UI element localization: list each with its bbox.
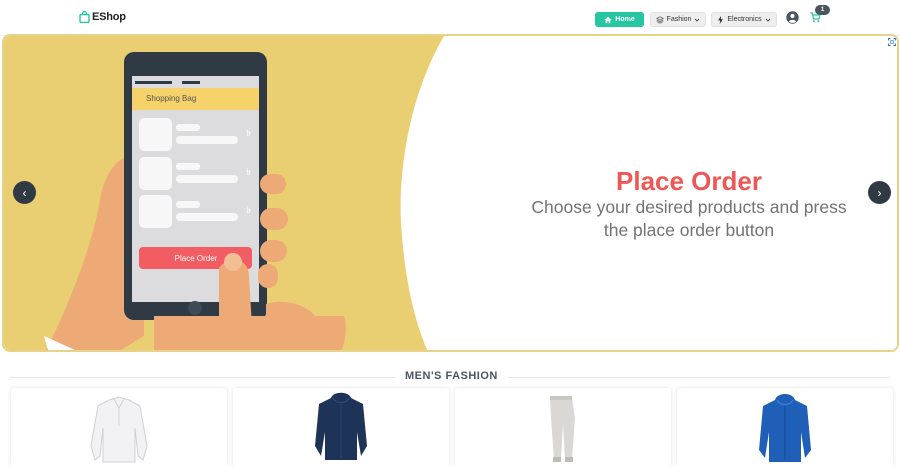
chevron-left-icon: ‹ (22, 185, 27, 200)
section-header: MEN'S FASHION (0, 368, 900, 386)
navy-hoodie-icon (315, 392, 367, 460)
blue-jacket-icon (759, 394, 811, 462)
electronics-nav-dropdown[interactable]: Electronics (711, 12, 777, 27)
product-card[interactable] (11, 388, 227, 466)
phone-shopping-bag-label: Shopping Bag (146, 94, 197, 103)
home-nav-button[interactable]: Home (595, 12, 644, 27)
fullscreen-icon[interactable] (888, 38, 896, 46)
brand-logo[interactable]: EShop (79, 11, 126, 23)
svg-text:৳: ৳ (246, 205, 251, 216)
shopping-bag-icon (79, 11, 90, 23)
white-shirt-icon (90, 396, 148, 463)
product-card[interactable] (233, 388, 449, 466)
fashion-nav-dropdown[interactable]: Fashion (650, 12, 706, 27)
product-grid (0, 388, 900, 466)
navbar: EShop Home Fashion Electronics 1 (0, 0, 900, 36)
carousel-next-button[interactable]: › (868, 181, 891, 204)
svg-text:৳: ৳ (246, 167, 251, 178)
cart-count-badge: 1 (815, 5, 830, 15)
product-card[interactable] (455, 388, 671, 466)
layers-icon (655, 15, 664, 24)
home-nav-label: Home (615, 16, 635, 23)
electronics-nav-label: Electronics (727, 16, 762, 23)
carousel-prev-button[interactable]: ‹ (13, 181, 36, 204)
fashion-nav-label: Fashion (666, 16, 692, 23)
brand-name: EShop (92, 11, 126, 23)
lightning-icon (718, 15, 724, 24)
svg-text:৳: ৳ (246, 128, 251, 139)
product-card[interactable] (677, 388, 893, 466)
phone-place-order-label: Place Order (174, 254, 218, 263)
chevron-down-icon (765, 18, 770, 22)
hero-carousel[interactable]: ৳ ৳ ৳ Shopping Bag Place Order Place Ord… (2, 34, 899, 352)
section-title: MEN'S FASHION (395, 370, 508, 382)
chevron-right-icon: › (877, 185, 882, 200)
chevron-down-icon (695, 18, 700, 22)
user-account-icon[interactable] (786, 11, 799, 24)
grey-pants-icon (550, 396, 575, 462)
slide-description: Choose your desired products and press t… (531, 197, 847, 240)
slide-title: Place Order (616, 166, 762, 196)
home-icon (604, 16, 612, 23)
